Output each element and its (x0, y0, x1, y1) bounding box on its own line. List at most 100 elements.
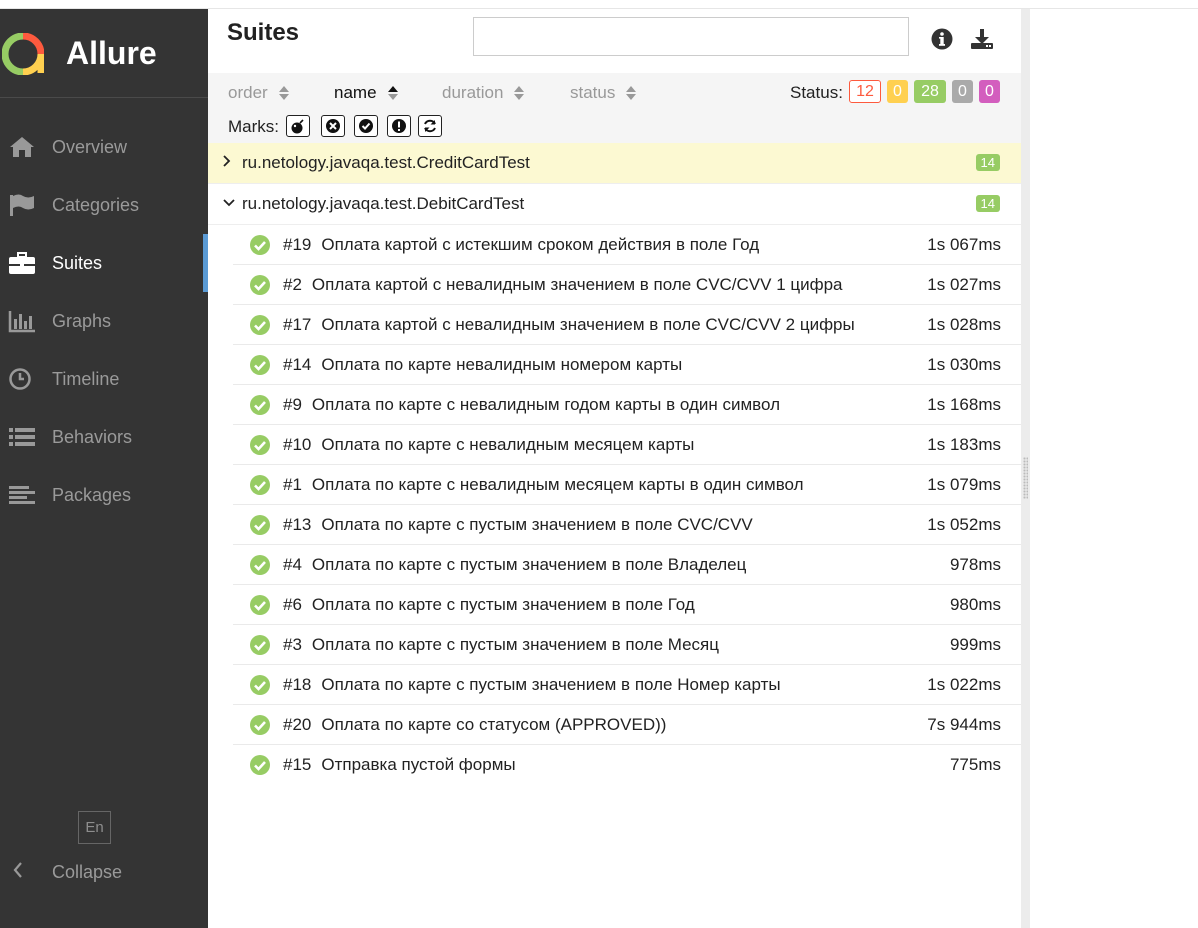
test-name: Оплата картой с истекшим сроком действия… (321, 234, 760, 254)
suite-name: ru.netology.javaqa.test.DebitCardTest (242, 194, 525, 213)
sort-label: status (570, 83, 616, 102)
test-duration: 1s 022ms (927, 675, 1001, 694)
test-number: #14 (283, 354, 312, 374)
sidebar-item-categories[interactable]: Categories (0, 176, 208, 234)
status-failed-badge[interactable]: 12 (849, 80, 881, 103)
marks-label: Marks: (228, 117, 279, 136)
sidebar-nav: Overview Categories Suites Graphs Timeli… (0, 98, 208, 524)
test-row[interactable]: #2 Оплата картой с невалидным значением … (233, 265, 1021, 305)
sidebar-item-overview[interactable]: Overview (0, 118, 208, 176)
briefcase-icon (6, 250, 38, 276)
sort-arrows-icon (278, 85, 290, 101)
passed-check-icon (250, 314, 270, 335)
test-row[interactable]: #17 Оплата картой с невалидным значением… (233, 305, 1021, 345)
info-icon[interactable] (930, 27, 954, 51)
pane-resize-handle[interactable] (1021, 9, 1030, 928)
test-row[interactable]: #14 Оплата по карте невалидным номером к… (233, 345, 1021, 385)
toolbar: order name duration status Status: 12 0 … (208, 73, 1021, 143)
top-edge (0, 0, 1198, 9)
test-row[interactable]: #15 Отправка пустой формы 775ms (233, 745, 1021, 784)
sidebar-item-label: Suites (52, 252, 103, 273)
test-duration: 775ms (949, 755, 1001, 774)
passed-check-icon (250, 634, 270, 655)
passed-check-icon (250, 434, 270, 455)
sidebar-item-packages[interactable]: Packages (0, 466, 208, 524)
status-passed-badge[interactable]: 28 (914, 80, 946, 103)
search-input[interactable] (473, 17, 909, 56)
test-row[interactable]: #3 Оплата по карте с пустым значением в … (233, 625, 1021, 665)
status-label: Status: (790, 83, 843, 102)
sidebar-item-label: Timeline (52, 368, 120, 389)
test-duration: 1s 028ms (927, 315, 1001, 334)
sidebar-item-label: Packages (52, 484, 132, 505)
chevron-left-icon (0, 859, 36, 885)
passed-check-icon (250, 514, 270, 535)
status-unknown-badge[interactable]: 0 (979, 80, 1000, 103)
exclamation-circle-icon[interactable] (387, 115, 411, 137)
test-number: #17 (283, 314, 312, 334)
passed-check-icon (250, 714, 270, 735)
sidebar-item-suites[interactable]: Suites (0, 234, 208, 292)
sort-duration[interactable]: duration (442, 83, 525, 103)
sort-status[interactable]: status (570, 83, 637, 103)
collapse-button[interactable]: Collapse (0, 857, 122, 887)
sidebar-item-label: Behaviors (52, 426, 133, 447)
download-icon[interactable] (970, 27, 994, 51)
home-icon (6, 134, 38, 160)
suite-group-creditcardtest[interactable]: ru.netology.javaqa.test.CreditCardTest 1… (208, 143, 1021, 184)
test-row[interactable]: #19 Оплата картой с истекшим сроком дейс… (233, 225, 1021, 265)
sidebar-item-behaviors[interactable]: Behaviors (0, 408, 208, 466)
test-row[interactable]: #1 Оплата по карте с невалидным месяцем … (233, 465, 1021, 505)
sort-order[interactable]: order (228, 83, 290, 103)
passed-check-icon (250, 394, 270, 415)
passed-check-icon (250, 274, 270, 295)
sort-label: duration (442, 83, 504, 102)
suite-group-debitcardtest[interactable]: ru.netology.javaqa.test.DebitCardTest 14 (208, 184, 1021, 225)
sidebar-item-graphs[interactable]: Graphs (0, 292, 208, 350)
test-number: #3 (283, 634, 302, 654)
test-name: Оплата по карте со статусом (APPROVED)) (321, 714, 667, 734)
test-name: Оплата по карте с пустым значением в пол… (321, 674, 781, 694)
test-duration: 1s 030ms (927, 355, 1001, 374)
test-duration: 7s 944ms (927, 715, 1001, 734)
test-duration: 1s 168ms (927, 395, 1001, 414)
test-number: #9 (283, 394, 302, 414)
test-name: Оплата по карте с пустым значением в пол… (311, 554, 747, 574)
sort-label: name (334, 83, 377, 102)
sort-name[interactable]: name (334, 83, 399, 103)
passed-check-icon (250, 594, 270, 615)
status-broken-badge[interactable]: 0 (887, 80, 908, 103)
detail-pane (1030, 9, 1198, 928)
passed-check-icon (250, 474, 270, 495)
sort-asc-icon (387, 85, 399, 101)
test-number: #13 (283, 514, 312, 534)
test-row[interactable]: #18 Оплата по карте с пустым значением в… (233, 665, 1021, 705)
passed-check-icon (250, 234, 270, 255)
passed-check-icon (250, 554, 270, 575)
test-number: #20 (283, 714, 312, 734)
test-number: #15 (283, 754, 312, 774)
test-name: Оплата по карте с пустым значением в пол… (311, 594, 695, 614)
test-row[interactable]: #4 Оплата по карте с пустым значением в … (233, 545, 1021, 585)
status-skipped-badge[interactable]: 0 (952, 80, 973, 103)
suite-count-badge: 14 (975, 195, 1000, 212)
sidebar-item-timeline[interactable]: Timeline (0, 350, 208, 408)
test-duration: 1s 052ms (927, 515, 1001, 534)
flag-icon (6, 192, 38, 218)
test-row[interactable]: #20 Оплата по карте со статусом (APPROVE… (233, 705, 1021, 745)
language-selector[interactable]: En (78, 811, 111, 844)
brand[interactable]: Allure (0, 9, 208, 98)
test-row[interactable]: #10 Оплата по карте с невалидным месяцем… (233, 425, 1021, 465)
bomb-icon[interactable] (286, 115, 310, 137)
test-duration: 1s 079ms (927, 475, 1001, 494)
times-circle-icon[interactable] (321, 115, 345, 137)
list-icon (6, 424, 38, 450)
refresh-icon[interactable] (418, 115, 442, 137)
test-number: #6 (283, 594, 302, 614)
suite-count-badge: 14 (975, 154, 1000, 171)
test-number: #1 (283, 474, 302, 494)
test-row[interactable]: #6 Оплата по карте с пустым значением в … (233, 585, 1021, 625)
test-row[interactable]: #9 Оплата по карте с невалидным годом ка… (233, 385, 1021, 425)
test-row[interactable]: #13 Оплата по карте с пустым значением в… (233, 505, 1021, 545)
check-circle-icon[interactable] (354, 115, 378, 137)
